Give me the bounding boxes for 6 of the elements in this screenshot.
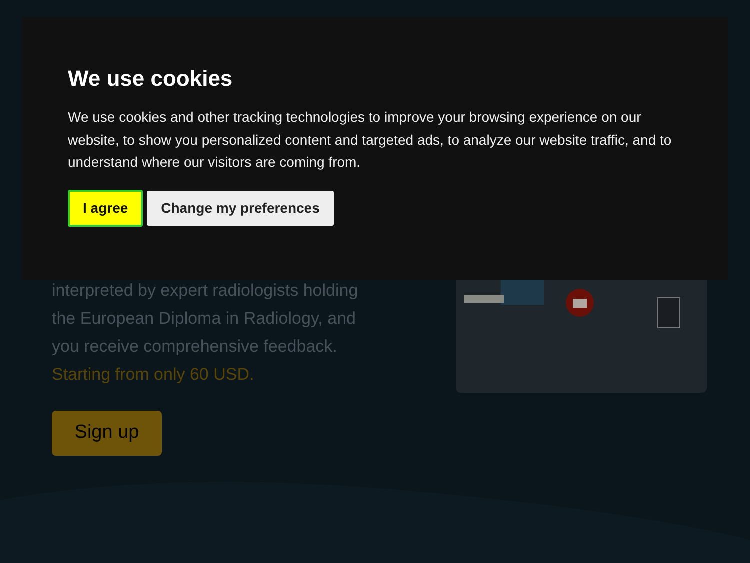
description-text: interpreted by expert radiologists holding the European Diploma in Radiology, and you receive comprehensive feedback. (52, 280, 360, 358)
price-note: Starting from only 60 USD. (52, 364, 256, 386)
agree-button[interactable]: I agree (68, 190, 144, 226)
preferences-button[interactable]: Change my preferences (147, 190, 334, 226)
dialog-title: We use cookies (68, 65, 234, 93)
dialog-message: We use cookies and other tracking technologies to improve your browsing experience on our website, to show you personalized content and targeted ads, to analyze our website traffic, and to understand where our visitors are coming from. (68, 108, 673, 172)
